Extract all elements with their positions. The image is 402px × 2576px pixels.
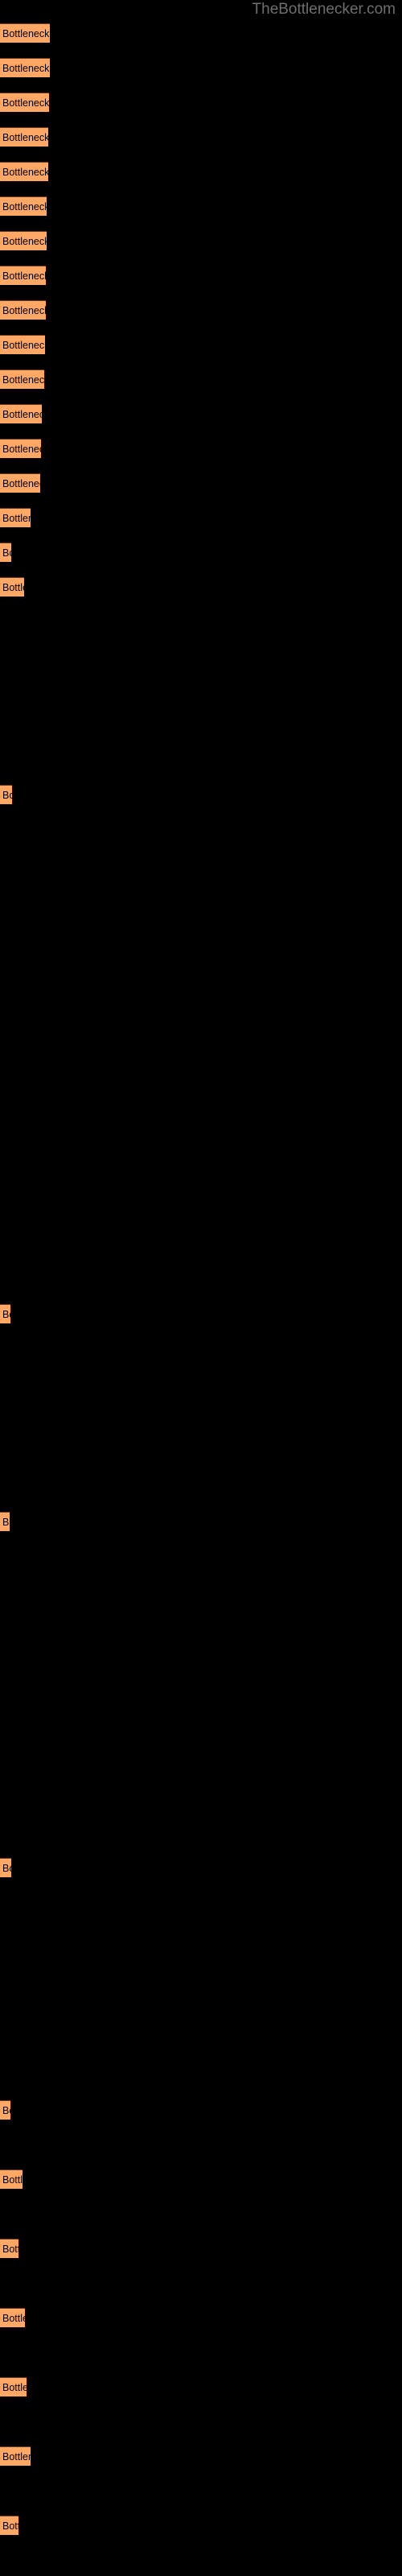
bar-label: Bottleneck result for computer build [2,512,31,524]
bar-label: Bottleneck result for computer build [2,477,40,489]
bar-row: Bottleneck result for computer build [0,1858,11,1877]
bar-label: Bottleneck result for computer build [2,339,45,351]
bar-label: Bottleneck result for computer build [2,235,47,247]
bar-label: Bottleneck result for computer build [2,131,48,143]
bar-chart-canvas: TheBottlenecker.com Bottleneck result fo… [0,0,402,2576]
bar-label: Bottleneck result for computer build [2,2243,18,2255]
bar-label: Bottleneck result for computer build [2,1308,10,1320]
bar-label: Bottleneck result for computer build [2,789,12,801]
bar-row: Bottleneck result for computer build [0,266,46,285]
bar-row: Bottleneck result for computer build [0,2169,23,2189]
bar-label: Bottleneck result for computer build [2,270,46,282]
bar-row: Bottleneck result for computer build [0,196,47,216]
bar-label: Bottleneck result for computer build [2,2312,25,2324]
bar-label: Bottleneck result for computer build [2,547,11,559]
bar-row: Bottleneck result for computer build [0,2239,18,2258]
bar-row: Bottleneck result for computer build [0,335,45,354]
bar-label: Bottleneck result for computer build [2,97,49,109]
bar-label: Bottleneck result for computer build [2,1516,10,1528]
bar-row: Bottleneck result for computer build [0,473,40,493]
bar-row: Bottleneck result for computer build [0,2308,25,2327]
bar-row: Bottleneck result for computer build [0,300,46,320]
bar-row: Bottleneck result for computer build [0,58,50,77]
bar-label: Bottleneck result for computer build [2,374,44,386]
bar-label: Bottleneck result for computer build [2,581,24,593]
bar-row: Bottleneck result for computer build [0,2446,31,2466]
bar-label: Bottleneck result for computer build [2,166,48,178]
bar-label: Bottleneck result for computer build [2,62,50,74]
bar-label: Bottleneck result for computer build [2,2381,27,2393]
bar-row: Bottleneck result for computer build [0,785,12,804]
bar-row: Bottleneck result for computer build [0,577,24,597]
bar-row: Bottleneck result for computer build [0,2100,10,2120]
bar-label: Bottleneck result for computer build [2,2520,18,2532]
bar-label: Bottleneck result for computer build [2,2104,10,2116]
bar-label: Bottleneck result for computer build [2,27,50,39]
bar-row: Bottleneck result for computer build [0,543,11,562]
bar-row: Bottleneck result for computer build [0,2516,18,2535]
bar-label: Bottleneck result for computer build [2,304,46,316]
bar-row: Bottleneck result for computer build [0,404,42,423]
bar-row: Bottleneck result for computer build [0,231,47,250]
bar-row: Bottleneck result for computer build [0,369,44,389]
bar-row: Bottleneck result for computer build [0,1304,10,1323]
bar-row: Bottleneck result for computer build [0,127,48,147]
bar-label: Bottleneck result for computer build [2,200,47,213]
bar-label: Bottleneck result for computer build [2,2174,23,2186]
bars-layer: Bottleneck result for computer build Bott… [0,0,402,2576]
bar-label: Bottleneck result for computer build [2,443,41,455]
bar-row: Bottleneck result for computer build [0,1512,10,1531]
bar-row: Bottleneck result for computer build [0,93,49,112]
bar-label: Bottleneck result for computer build [2,2450,31,2462]
bar-row: Bottleneck result for computer build [0,508,31,527]
bar-row: Bottleneck result for computer build [0,439,41,458]
bar-label: Bottleneck result for computer build [2,408,42,420]
bar-row: Bottleneck result for computer build [0,23,50,43]
bar-row: Bottleneck result for computer build [0,2377,27,2396]
bar-label: Bottleneck result for computer build [2,1862,11,1874]
bar-row: Bottleneck result for computer build [0,162,48,181]
